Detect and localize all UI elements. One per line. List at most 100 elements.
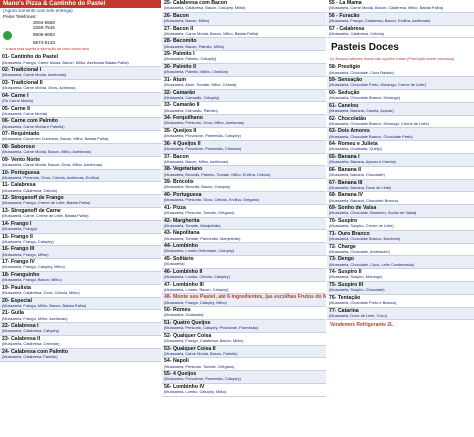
menu-item: 38- Vegetariano (Mussarela, Brócolis, Pal…: [162, 166, 326, 180]
menu-item: 45- Solitário (Mussarela): [162, 256, 326, 269]
menu-item-ingredients: (Mussarela, Calabresa, Palmito): [2, 355, 58, 359]
menu-item-ingredients: (Mussarela, Frango, Catupiry, Milho): [164, 300, 227, 305]
menu-item-ingredients: (Mussarela, Suspiro, Creme de Leite): [329, 224, 394, 229]
menu-item-ingredients: (Mussarela, Banana, Canela, Açúcar): [329, 109, 394, 114]
menu-item-ingredients: (Mussarela, Calabresa, Bacon, Catupiry, …: [164, 6, 246, 11]
sweet-pastries-title: Pasteis Doces: [331, 42, 399, 54]
menu-item: 66- Banana II (Mussarela, Banana, Chocola…: [327, 167, 474, 180]
menu-item-ingredients: (Mussarela, Presunto, Ovos, Cebola, Ervi…: [164, 198, 260, 203]
menu-item-ingredients: (Mussarela, Bacon, Milho): [164, 19, 210, 24]
menu-item-ingredients: (Mussarela, Brócolis, Bacon, Catupiry): [164, 185, 231, 190]
menu-item-ingredients: (Mussarela, Chocolate Branco, Morango, C…: [329, 121, 429, 126]
menu-item-ingredients: (Mussarela, Calabresa, Ovos, Cebola, Mil…: [2, 291, 80, 296]
menu-item-ingredients: (Mussarela, Goiabada): [164, 313, 204, 318]
menu-item-ingredients: (Mussarela, Provolone, Parmesão, Catupir…: [164, 377, 241, 382]
menu-item: 44- Lombinho (Mussarela, Lombo Defumado, …: [162, 243, 326, 256]
menu-item-ingredients: (Mussarela, Frango, Milho, Bacon, Batata…: [2, 303, 87, 308]
menu-item-ingredients: (Mussarela, Lombo Defumado, Catupiry): [164, 249, 235, 254]
menu-column-3: 55 - La Mama (Mussarela, Carne Moída, Bac…: [327, 0, 474, 437]
menu-item-ingredients: (Mussarela, Camarão, Catupiry): [164, 95, 220, 100]
menu-item: 39- Brócolis (Mussarela, Brócolis, Bacon,…: [162, 179, 326, 192]
menu-item: 08- Saboroso (Mussarela, Carne Moída, Bac…: [0, 143, 161, 157]
menu-item: 54- Napoli (Mussarela, Presunto, Tomate, …: [162, 358, 326, 372]
menu-item-ingredients: (Mussarela, Carne Moída e Palmito): [2, 124, 65, 129]
whatsapp-2: 9674-6133: [33, 39, 55, 45]
menu-item: 48- Monte seu Pastel, até 6 ingredientes…: [162, 294, 326, 308]
menu-item-ingredients: (Mussarela, Frango): [2, 227, 38, 232]
menu-item: 23- Calabresa II (Mussarela, Calabresa, C…: [0, 336, 161, 349]
menu-item: 64- Romeu e Julieta (Mussarela, Goiabada,…: [327, 141, 474, 154]
menu-item: 51- Quatro Queijos (Mussarela, Presunto, …: [162, 319, 326, 333]
menu-item: 10- Portuguesa (Mussarela, Presunto, Ovos…: [0, 169, 161, 183]
menu-item-ingredients: (Mussarela, Lombo, Cebola, Catupiry): [164, 275, 230, 280]
menu-item: 09- Vento Norte (Mussarela, Carne Moída, …: [0, 157, 161, 170]
menu-item-ingredients: (Mussarela, Lombo, Catupiry, Milho): [164, 390, 227, 395]
menu-item-ingredients: (Mussarela, Chocolate, Amendoim): [329, 249, 390, 254]
menu-item-ingredients: (Mussarela): [164, 262, 185, 267]
menu-item-ingredients: (Mussarela, Frango, Milho, Azeitonas): [2, 316, 68, 321]
menu-item-ingredients: (Mussarela, Brócolis, Palmito, Tomate, M…: [164, 172, 271, 177]
menu-item-ingredients: (Mussarela, Camarão, Palmito): [164, 108, 218, 113]
menu-column-2: 25- Calabresa com Bacon (Mussarela, Calab…: [162, 0, 326, 437]
menu-item-ingredients: (Mussarela, Chocolate Branco, Chocolate …: [329, 134, 413, 139]
menu-item-ingredients: (Mussarela, Frango, Catupiry): [2, 239, 54, 244]
menu-list-1: 01- Cantinho do Pastel (Mussarela, Frango…: [0, 54, 161, 362]
menu-item: 17- Frango IV (Mussarela, Frango, Catupir…: [0, 259, 161, 272]
menu-item: 42- Margherita (Mussarela, Tomate, Manjer…: [162, 217, 326, 231]
menu-item: 68- Banana IV (Mussarela, Banana, Chocola…: [327, 192, 474, 206]
menu-item-ingredients: (Mussarela, Calabresa, Cebola): [2, 188, 57, 193]
menu-item: 20- Especial (Mussarela, Frango, Milho, B…: [0, 297, 161, 311]
menu-item-ingredients: (Mussarela, Bacon, Milho, Azeitonas): [164, 159, 229, 164]
menu-item-ingredients: (Mussarela, Calabresa, Cheddar): [2, 342, 60, 347]
menu-item: 11- Calabresa (Mussarela, Calabresa, Cebo…: [0, 182, 161, 196]
menu-item-ingredients: (Mussarela, Carne Moída, Bacon, Palmito): [164, 351, 238, 356]
menu-item: 32- Camarão (Mussarela, Camarão, Catupiry…: [162, 89, 326, 103]
menu-item-ingredients: (Mussarela, Suspiro, Chocolate): [329, 288, 385, 293]
menu-item: 63- Dois Amores (Mussarela, Chocolate Bra…: [327, 128, 474, 142]
menu-item-ingredients: (Mussarela, Banana, Chocolate Branco): [329, 198, 399, 203]
menu-item: 67- Banana III (Mussarela, Banana, Doce d…: [327, 179, 474, 193]
menu-item-ingredients: (Mussarela, Presunto, Ovos, Milho, Azeit…: [164, 121, 245, 126]
menu-item: 70- Suspiro (Mussarela, Suspiro, Creme de…: [327, 218, 474, 231]
menu-item: 02- Tradicional I (Mussarela, Carne Moída…: [0, 67, 161, 80]
fee-notice: * a taxa está sujeita a alteração de tax…: [3, 47, 89, 52]
menu-item: 27- Bacon II (Mussarela, Carne Moída, Bac…: [162, 26, 326, 39]
menu-item-ingredients: (Mussarela, Carne Moída, Azeitonas): [2, 73, 67, 78]
menu-item-ingredients: (Mussarela, Palmito, Milho, Cheddar): [164, 70, 229, 75]
soda-footer: Vendemos Refrigerante 2L: [330, 322, 394, 329]
menu-item: 73- Dengo (Mussarela, Chocolate, Coco, Le…: [327, 256, 474, 270]
menu-item: 30- Palmito II (Mussarela, Palmito, Milho…: [162, 63, 326, 77]
menu-item-ingredients: (Mussarela, Banana, Açúcar e Canela): [329, 160, 396, 165]
menu-item: 06- Carne com Palmito (Mussarela, Carne M…: [0, 118, 161, 132]
menu-item-ingredients: (Mussarela, Presunto, Tomate, Orégano): [164, 211, 235, 216]
menu-item: 26- Bacon (Mussarela, Bacon, Milho): [162, 12, 326, 26]
menu-item: 75- Suspiro III (Mussarela, Suspiro, Choc…: [327, 281, 474, 295]
menu-item-ingredients: (Mussarela, Chocolate Preto e Branco): [329, 301, 397, 306]
menu-list-2: 25- Calabresa com Bacon (Mussarela, Calab…: [162, 0, 326, 397]
menu-item-ingredients: (Mussarela, Chocolate, Coco, Leite Conde…: [329, 262, 415, 267]
menu-item-ingredients: (Mussarela, Frango, Milho): [2, 252, 49, 257]
menu-item-ingredients: (Mussarela, Presunto, Catupiry, Provolon…: [164, 326, 259, 331]
menu-item: 71- Ouro Branco (Mussarela, Chocolate Bra…: [327, 230, 474, 244]
menu-item-ingredients: (Mussarela, Carne Moída, Bacon, Milho, B…: [164, 31, 259, 36]
menu-item-ingredients: (Mussarela, Provolone, Parmesão, Cheddar…: [164, 147, 242, 152]
menu-item-ingredients: (Mussarela, Frango, Catupiry, Milho): [2, 265, 65, 270]
menu-item-ingredients: (Mussarela, Banana, Chocolate): [329, 173, 385, 178]
menu-item-ingredients: (Mussarela, Carne, Creme de Leite, Batat…: [2, 214, 89, 219]
menu-item-ingredients: (Mussarela, Chocolate Preto, Morango, Cr…: [329, 83, 426, 88]
phones-block: Pelos Telefones: 3094-6558 3259-7545 960…: [0, 14, 161, 45]
menu-item: 13- Stroganoff de Carne (Mussarela, Carne…: [0, 208, 161, 221]
whatsapp-icon: [3, 30, 12, 40]
menu-item-ingredients: (Mussarela, Frango, Carne Moída, Bacon, …: [2, 60, 129, 65]
menu-item: 33- Camarão II (Mussarela, Camarão, Palmi…: [162, 102, 326, 116]
menu-item-ingredients: (Mussarela, Carne em Cubinhos, Bacon, Mi…: [2, 137, 109, 142]
menu-item-ingredients: (Mussarela, Carne Moída, Bacon, Milho, A…: [2, 150, 91, 155]
menu-item: 47- Lombinho III (Mussarela, Lombo, Bacon…: [162, 282, 326, 295]
menu-title: Mano's Pizza & Cantinho do Pastel: [0, 0, 161, 8]
menu-item-ingredients: (Mussarela, Doce de Leite, Coco): [329, 313, 387, 318]
menu-item: 65- Banana I (Mussarela, Banana, Açúcar e…: [327, 153, 474, 167]
menu-item-ingredients: (Mussarela, Atum, Tomate, Milho, Cebola): [164, 83, 237, 88]
menu-item: 43- Napolitana (Mussarela, Tomate, Parmes…: [162, 230, 326, 244]
menu-item-ingredients: (Só Carne Moída): [2, 99, 33, 104]
menu-item-ingredients: (Mussarela, Lombo, Bacon, Catupiry): [164, 287, 229, 292]
